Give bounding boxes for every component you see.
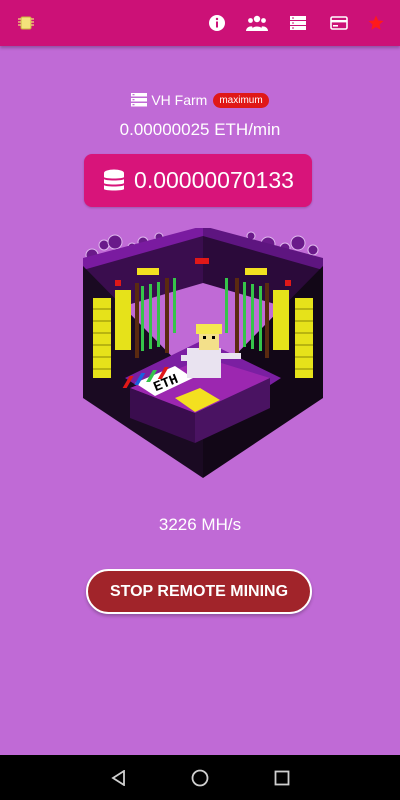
stop-remote-mining-button[interactable]: STOP REMOTE MINING xyxy=(86,569,312,614)
balance-display: 0.00000070133 xyxy=(84,154,312,207)
system-nav-bar xyxy=(0,755,400,800)
server-list-icon xyxy=(131,93,148,107)
app-bar xyxy=(0,0,400,46)
info-icon[interactable] xyxy=(205,11,229,35)
group-icon[interactable] xyxy=(245,11,269,35)
chip-icon[interactable] xyxy=(14,11,38,35)
recents-icon[interactable] xyxy=(271,767,293,789)
balance-value: 0.00000070133 xyxy=(134,167,294,193)
hashrate: 3226 MH/s xyxy=(158,515,242,534)
mining-room-illustration[interactable]: ETH xyxy=(75,226,330,488)
server-icon[interactable] xyxy=(286,11,310,35)
farm-name[interactable]: VH Farm xyxy=(151,92,207,108)
farm-level-badge: maximum xyxy=(213,92,269,108)
star-icon[interactable] xyxy=(364,11,388,35)
farm-header: VH Farm maximum xyxy=(0,90,400,110)
mining-rate: 0.00000025 ETH/min xyxy=(119,120,281,139)
home-icon[interactable] xyxy=(189,767,211,789)
coins-icon xyxy=(102,168,126,194)
back-icon[interactable] xyxy=(108,767,130,789)
card-icon[interactable] xyxy=(327,11,351,35)
